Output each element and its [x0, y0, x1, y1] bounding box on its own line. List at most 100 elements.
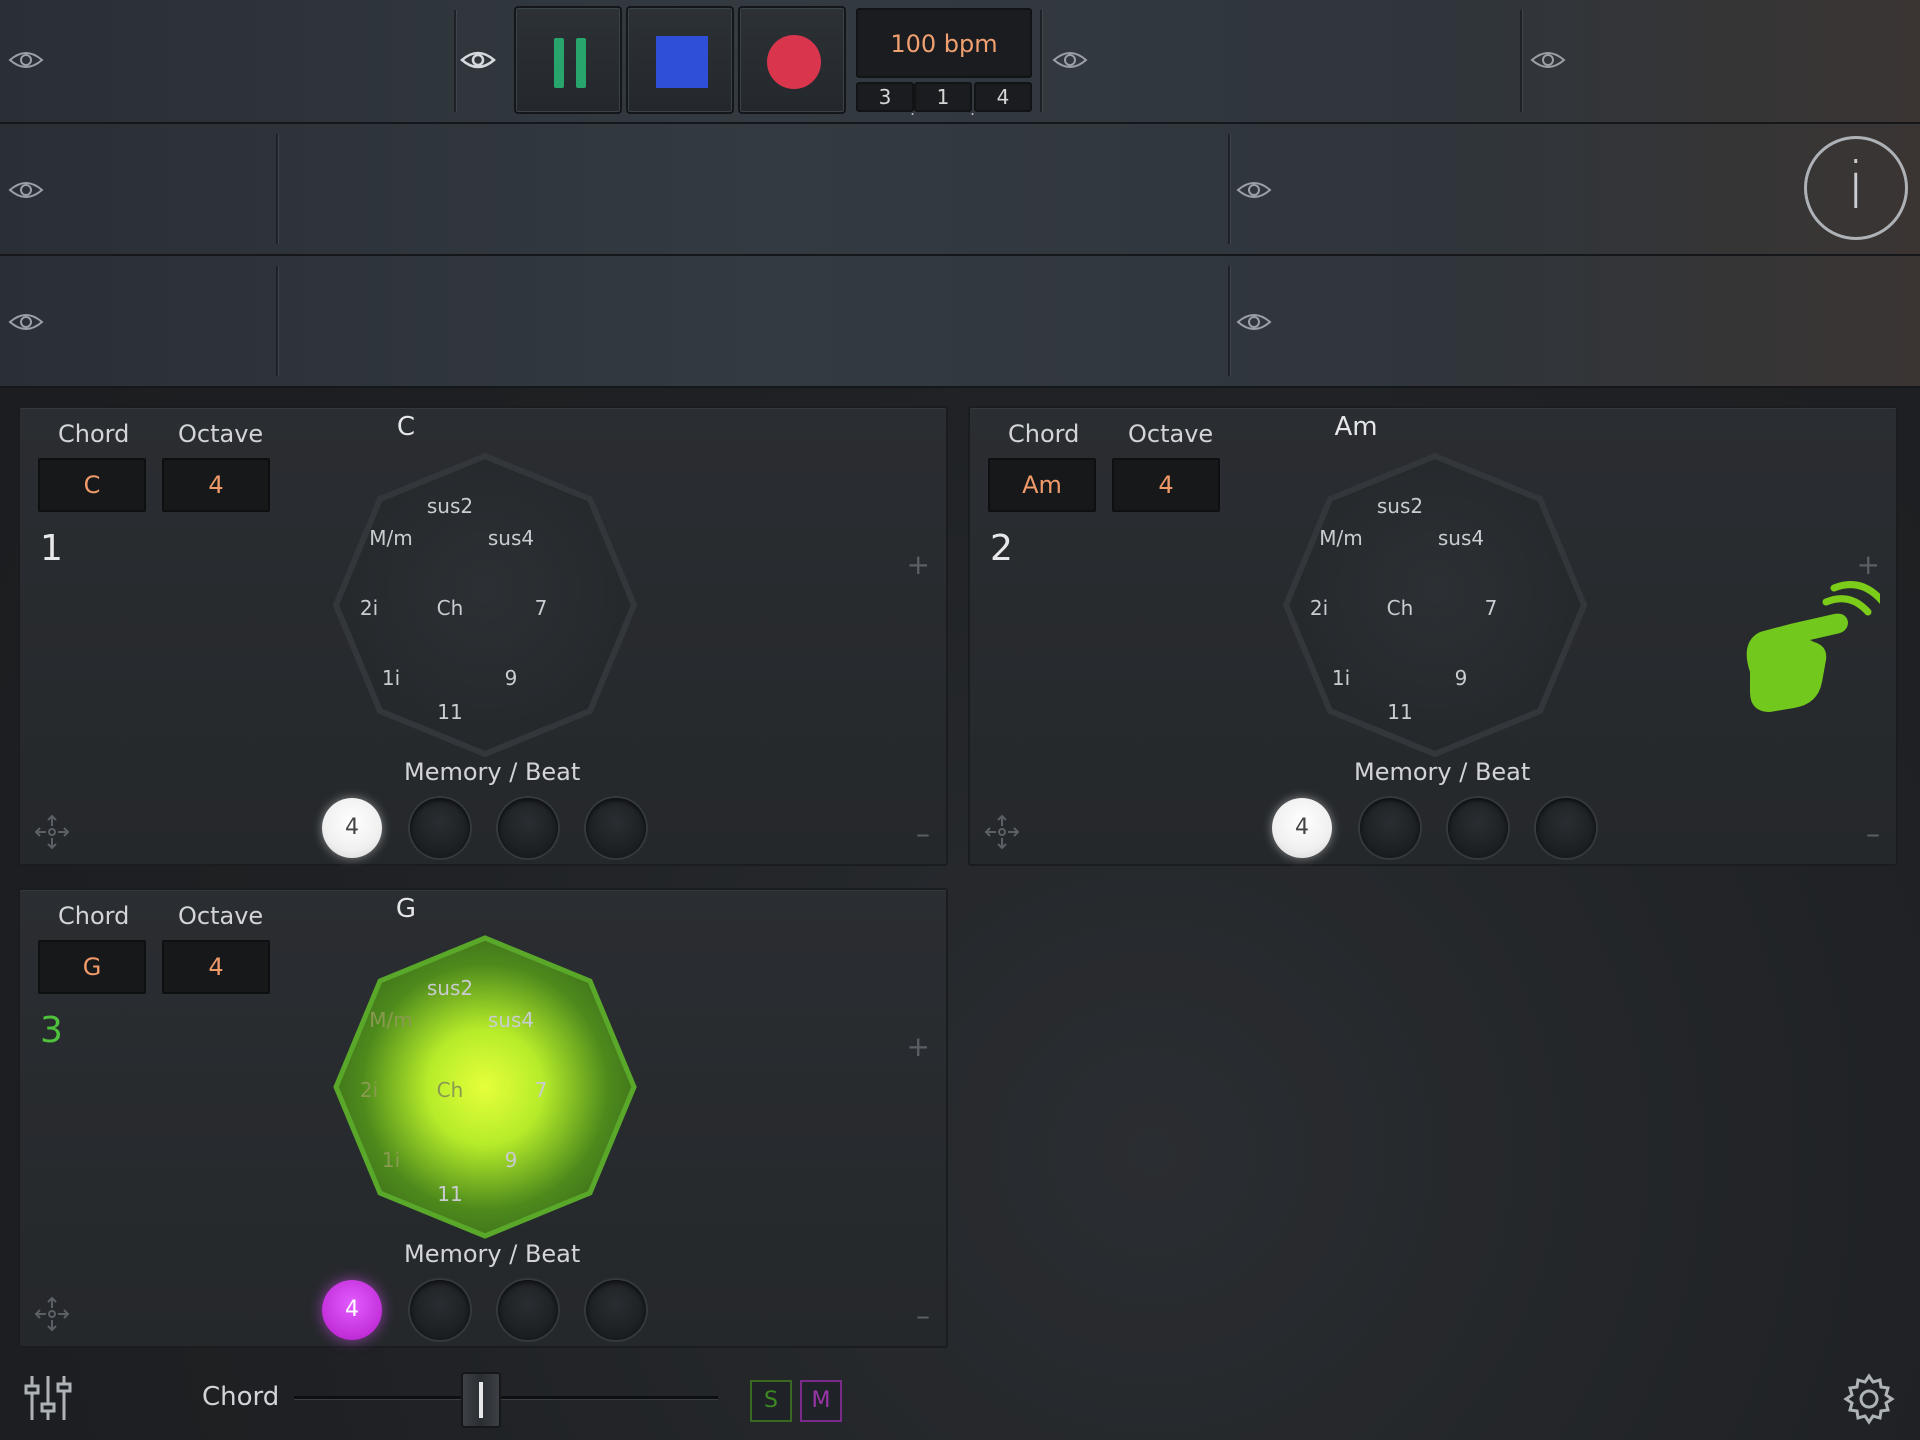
memory-slot[interactable] — [498, 798, 558, 858]
octagon-key-left[interactable]: 2i — [334, 596, 404, 620]
memory-slot[interactable] — [498, 1280, 558, 1340]
octagon-key-lowright[interactable]: 9 — [476, 666, 546, 690]
volume-slider-handle[interactable] — [460, 1372, 501, 1428]
chord-field[interactable]: Am — [988, 458, 1096, 512]
chord-label: Chord — [1008, 420, 1080, 448]
octagon-key-center[interactable]: Ch — [1365, 596, 1435, 620]
eye-icon[interactable] — [1236, 310, 1272, 334]
gear-icon[interactable] — [1842, 1372, 1896, 1426]
chord-title: C — [396, 412, 416, 442]
memory-slot[interactable] — [1360, 798, 1420, 858]
octagon-key-right[interactable]: 7 — [506, 1078, 576, 1102]
eye-icon[interactable] — [1052, 48, 1088, 72]
octagon-key-upleft[interactable]: M/m — [356, 526, 426, 550]
octagon-key-right[interactable]: 7 — [1456, 596, 1526, 620]
octagon-key-upright[interactable]: sus4 — [476, 1008, 546, 1032]
row-divider — [1228, 266, 1230, 376]
chord-title: G — [395, 894, 417, 924]
octagon-key-lowleft[interactable]: 1i — [1306, 666, 1376, 690]
chord-label: Chord — [58, 902, 130, 930]
memory-slot[interactable] — [586, 1280, 646, 1340]
panel-number: 2 — [990, 528, 1013, 569]
octagon-key-top[interactable]: sus2 — [415, 976, 485, 1000]
stop-icon — [656, 36, 708, 88]
row-divider — [1040, 10, 1042, 112]
memory-beat-label: Memory / Beat — [404, 1240, 581, 1268]
octave-label: Octave — [178, 420, 264, 448]
octave-field[interactable]: 4 — [162, 458, 270, 512]
minus-icon[interactable]: – — [916, 1299, 930, 1332]
top-row-1: 100 bpm 3 . 1 . 4 — [0, 0, 1920, 124]
record-button[interactable] — [738, 6, 846, 114]
chord-field[interactable]: C — [38, 458, 146, 512]
position-bar[interactable]: 3 — [856, 82, 914, 112]
minus-icon[interactable]: – — [916, 817, 930, 850]
solo-button[interactable]: S — [750, 1380, 792, 1422]
plus-icon[interactable]: + — [907, 1030, 930, 1063]
info-icon[interactable]: i — [1804, 136, 1908, 240]
row-divider — [276, 266, 278, 376]
memory-slot[interactable] — [410, 1280, 470, 1340]
octagon-key-top[interactable]: sus2 — [415, 494, 485, 518]
eye-icon[interactable] — [1236, 178, 1272, 202]
slider-label: Chord — [202, 1382, 280, 1412]
memory-slot[interactable] — [1536, 798, 1596, 858]
octagon-key-lowright[interactable]: 9 — [476, 1148, 546, 1172]
eye-icon[interactable] — [8, 310, 44, 334]
tempo-display[interactable]: 100 bpm — [856, 8, 1032, 78]
eye-icon[interactable] — [460, 48, 496, 72]
octagon-key-top[interactable]: sus2 — [1365, 494, 1435, 518]
eye-icon[interactable] — [1530, 48, 1566, 72]
memory-slot[interactable]: 4 — [322, 1280, 382, 1340]
octagon-key-bottom[interactable]: 11 — [1365, 700, 1435, 724]
tap-gesture-icon — [1730, 562, 1890, 716]
chord-title: Am — [1334, 412, 1378, 442]
memory-beat-label: Memory / Beat — [1354, 758, 1531, 786]
pause-button[interactable] — [514, 6, 622, 114]
chord-panel: Chord Octave G 4 3 Gsus2 M/m sus4 2i Ch 7 1i 9 11 Memo… — [18, 888, 948, 1348]
octagon-key-upleft[interactable]: M/m — [356, 1008, 426, 1032]
octagon-key-lowleft[interactable]: 1i — [356, 1148, 426, 1172]
octagon-key-right[interactable]: 7 — [506, 596, 576, 620]
octagon-key-upright[interactable]: sus4 — [1426, 526, 1496, 550]
mute-button[interactable]: M — [800, 1380, 842, 1422]
chord-panel: Chord Octave C 4 1 Csus2 M/m sus4 2i Ch 7 1i 9 11 Memo… — [18, 406, 948, 866]
octave-field[interactable]: 4 — [162, 940, 270, 994]
octagon-key-left[interactable]: 2i — [334, 1078, 404, 1102]
octagon-key-lowleft[interactable]: 1i — [356, 666, 426, 690]
eye-icon[interactable] — [8, 48, 44, 72]
memory-slot[interactable] — [410, 798, 470, 858]
memory-slot[interactable]: 4 — [322, 798, 382, 858]
memory-slot[interactable]: 4 — [1272, 798, 1332, 858]
panel-number: 1 — [40, 528, 63, 569]
move-icon[interactable] — [982, 812, 1022, 852]
plus-icon[interactable]: + — [907, 548, 930, 581]
position-tick[interactable]: 4 — [974, 82, 1032, 112]
position-beat[interactable]: 1 — [914, 82, 972, 112]
octagon-key-upleft[interactable]: M/m — [1306, 526, 1376, 550]
octagon-key-bottom[interactable]: 11 — [415, 700, 485, 724]
stop-button[interactable] — [626, 6, 734, 114]
octagon-key-left[interactable]: 2i — [1284, 596, 1354, 620]
octave-field[interactable]: 4 — [1112, 458, 1220, 512]
pause-icon — [576, 38, 586, 88]
move-icon[interactable] — [32, 812, 72, 852]
eye-icon[interactable] — [8, 178, 44, 202]
minus-icon[interactable]: – — [1866, 817, 1880, 850]
row-divider — [1228, 134, 1230, 244]
memory-slot[interactable] — [586, 798, 646, 858]
octagon-key-lowright[interactable]: 9 — [1426, 666, 1496, 690]
mixer-icon[interactable] — [22, 1372, 74, 1424]
memory-slot[interactable] — [1448, 798, 1508, 858]
octagon-key-center[interactable]: Ch — [415, 596, 485, 620]
panel-number: 3 — [40, 1010, 63, 1051]
record-icon — [767, 35, 821, 89]
octave-label: Octave — [178, 902, 264, 930]
octagon-key-upright[interactable]: sus4 — [476, 526, 546, 550]
volume-slider-track[interactable] — [294, 1396, 718, 1399]
octagon-key-bottom[interactable]: 11 — [415, 1182, 485, 1206]
move-icon[interactable] — [32, 1294, 72, 1334]
chord-field[interactable]: G — [38, 940, 146, 994]
top-row-3 — [0, 256, 1920, 388]
octagon-key-center[interactable]: Ch — [415, 1078, 485, 1102]
